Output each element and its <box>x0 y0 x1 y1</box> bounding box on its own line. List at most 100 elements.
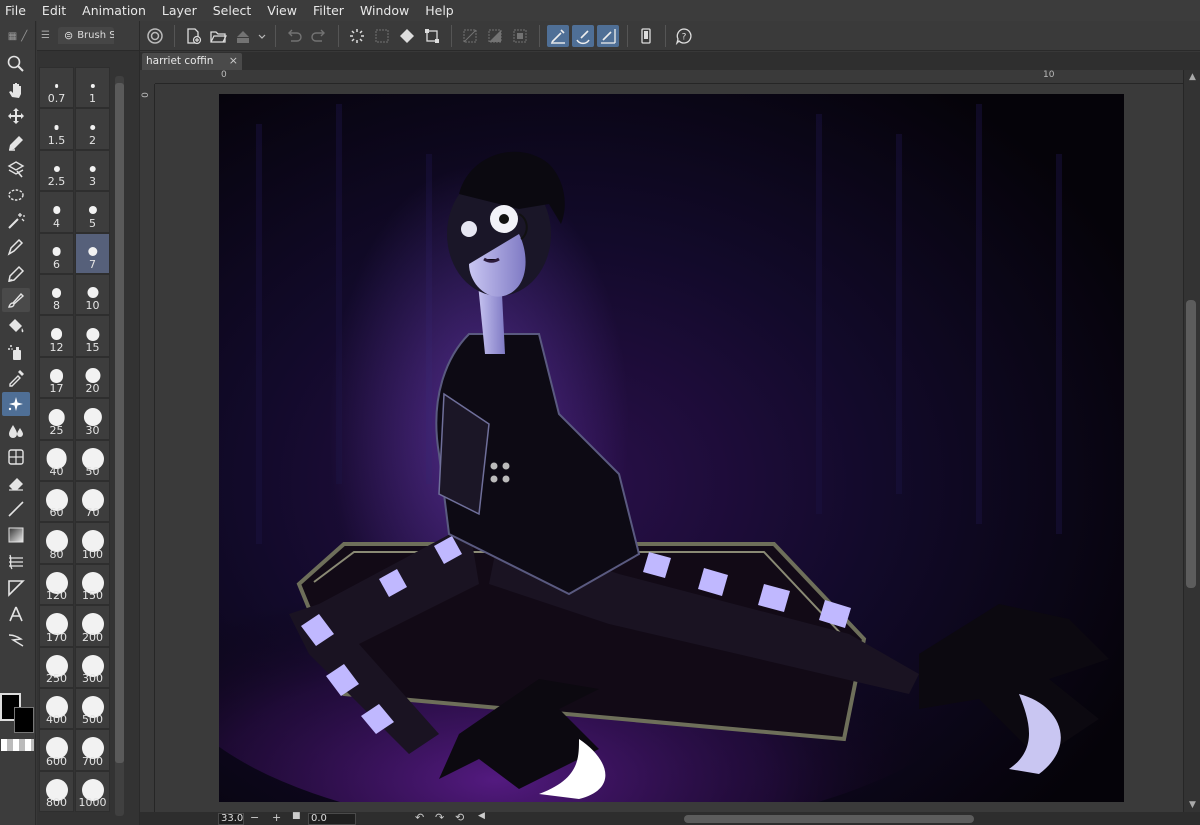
blend-icon[interactable] <box>2 419 30 443</box>
brush-size-item[interactable]: 6 <box>39 232 74 274</box>
rotation-field[interactable]: 0.0 <box>308 813 356 825</box>
move-icon[interactable] <box>2 104 30 128</box>
brush-size-item[interactable]: 80 <box>39 522 74 564</box>
zoom-icon[interactable] <box>2 52 30 76</box>
zoom-out-button[interactable]: − <box>250 811 259 824</box>
brush-size-item[interactable]: 12 <box>39 315 74 357</box>
brush-size-item[interactable]: 500 <box>75 688 110 730</box>
grip-icon[interactable]: ▦ <box>8 31 17 42</box>
brush-size-item[interactable]: 7 <box>75 232 110 274</box>
horizontal-scrollbar-thumb[interactable] <box>684 815 974 823</box>
fill-icon[interactable] <box>2 314 30 338</box>
fill-bucket-icon[interactable] <box>396 25 418 47</box>
brush-size-item[interactable]: 4 <box>39 191 74 233</box>
vertical-ruler[interactable]: 0 <box>140 84 155 812</box>
snap-to-special-ruler-icon[interactable] <box>572 24 594 47</box>
menu-edit[interactable]: Edit <box>34 0 74 21</box>
brush-size-item[interactable]: 40 <box>39 439 74 481</box>
menu-window[interactable]: Window <box>352 0 417 21</box>
brush-size-item[interactable]: 600 <box>39 729 74 771</box>
magic-wand-icon[interactable] <box>2 209 30 233</box>
hand-icon[interactable] <box>2 78 30 102</box>
brush-size-item[interactable]: 25 <box>39 398 74 440</box>
sub-color-swatch[interactable] <box>14 707 34 733</box>
snap-to-grid-icon[interactable] <box>597 24 619 47</box>
gradient-icon[interactable] <box>2 523 30 547</box>
menu-file[interactable]: File <box>0 0 34 21</box>
document-tab[interactable]: harriet coffin × <box>142 53 242 70</box>
brush-size-item[interactable]: 10 <box>75 274 110 316</box>
brush-size-item[interactable]: 1 <box>75 67 110 109</box>
airbrush-icon[interactable] <box>2 340 30 364</box>
brush-size-item[interactable]: 8 <box>39 274 74 316</box>
zoom-in-button[interactable]: + <box>272 811 281 824</box>
help-icon[interactable]: ? <box>673 25 695 47</box>
tab-brush-size[interactable]: ⊜ Brush S <box>57 27 114 44</box>
menu-select[interactable]: Select <box>205 0 260 21</box>
operation-icon[interactable] <box>2 131 30 155</box>
brush-size-item[interactable]: 1.5 <box>39 108 74 150</box>
brush-size-item[interactable]: 70 <box>75 481 110 523</box>
deselect-icon[interactable] <box>459 25 481 47</box>
reset-rotation-icon[interactable]: ⟲ <box>455 811 464 824</box>
transparent-color-swatch[interactable] <box>1 739 34 751</box>
brush-panel-scrollbar-thumb[interactable] <box>115 83 124 763</box>
decoration-icon[interactable] <box>2 392 30 417</box>
close-icon[interactable]: × <box>229 53 238 69</box>
horizontal-ruler[interactable]: 0 10 <box>155 70 1183 84</box>
balloon-icon[interactable] <box>2 628 30 652</box>
brush-size-item[interactable]: 1000 <box>75 770 110 813</box>
brush-size-item[interactable]: 15 <box>75 315 110 357</box>
brush-size-item[interactable]: 400 <box>39 688 74 730</box>
menu-view[interactable]: View <box>259 0 305 21</box>
clear-icon[interactable] <box>371 25 393 47</box>
crop-icon[interactable] <box>509 25 531 47</box>
frame-icon[interactable] <box>2 576 30 600</box>
smartphone-icon[interactable] <box>635 25 657 47</box>
brush-size-item[interactable]: 60 <box>39 481 74 523</box>
brush-size-item[interactable]: 150 <box>75 563 110 606</box>
brush-size-item[interactable]: 5 <box>75 191 110 233</box>
brush-size-item[interactable]: 250 <box>39 646 74 688</box>
brush-size-item[interactable]: 2 <box>75 108 110 150</box>
stop-icon[interactable]: ■ <box>292 811 301 821</box>
redo-icon[interactable] <box>308 25 330 47</box>
text-icon[interactable] <box>2 602 30 626</box>
snap-to-ruler-icon[interactable] <box>547 24 569 47</box>
brush-size-item[interactable]: 100 <box>75 522 110 564</box>
zoom-field[interactable]: 33.0 <box>218 813 244 825</box>
ruler-icon[interactable] <box>2 550 30 574</box>
scroll-down-icon[interactable]: ▼ <box>1184 798 1200 812</box>
panel-menu-icon[interactable]: ☰ <box>41 30 50 41</box>
selection-icon[interactable] <box>2 183 30 207</box>
brush-size-item[interactable]: 800 <box>39 770 74 813</box>
menu-layer[interactable]: Layer <box>154 0 205 21</box>
eyedropper-icon[interactable] <box>2 366 30 390</box>
brush-size-item[interactable]: 20 <box>75 356 110 399</box>
brush-size-item[interactable]: 120 <box>39 563 74 606</box>
brush-size-item[interactable]: 30 <box>75 398 110 440</box>
figure-icon[interactable] <box>2 445 30 469</box>
brush-size-item[interactable]: 0.7 <box>39 67 74 109</box>
chevron-down-icon[interactable] <box>257 25 267 47</box>
brush-size-item[interactable]: 170 <box>39 605 74 647</box>
pencil-icon[interactable] <box>2 262 30 286</box>
pen-icon[interactable] <box>2 235 30 259</box>
brush-size-item[interactable]: 200 <box>75 605 110 647</box>
brush-size-item[interactable]: 50 <box>75 439 110 481</box>
save-icon[interactable] <box>232 25 254 47</box>
brush-icon[interactable] <box>2 287 30 312</box>
brush-size-item[interactable]: 2.5 <box>39 149 74 192</box>
canvas-artwork[interactable] <box>159 94 1124 812</box>
menu-help[interactable]: Help <box>417 0 462 21</box>
menu-animation[interactable]: Animation <box>74 0 154 21</box>
rotate-left-icon[interactable]: ↶ <box>415 811 424 824</box>
new-canvas-icon[interactable] <box>182 25 204 47</box>
brush-size-item[interactable]: 17 <box>39 356 74 399</box>
vertical-scrollbar-thumb[interactable] <box>1186 300 1196 588</box>
brush-size-item[interactable]: 3 <box>75 149 110 192</box>
layer-move-icon[interactable] <box>2 157 30 181</box>
scroll-up-icon[interactable]: ▲ <box>1184 70 1200 84</box>
undo-icon[interactable] <box>283 25 305 47</box>
brush-size-item[interactable]: 300 <box>75 646 110 688</box>
